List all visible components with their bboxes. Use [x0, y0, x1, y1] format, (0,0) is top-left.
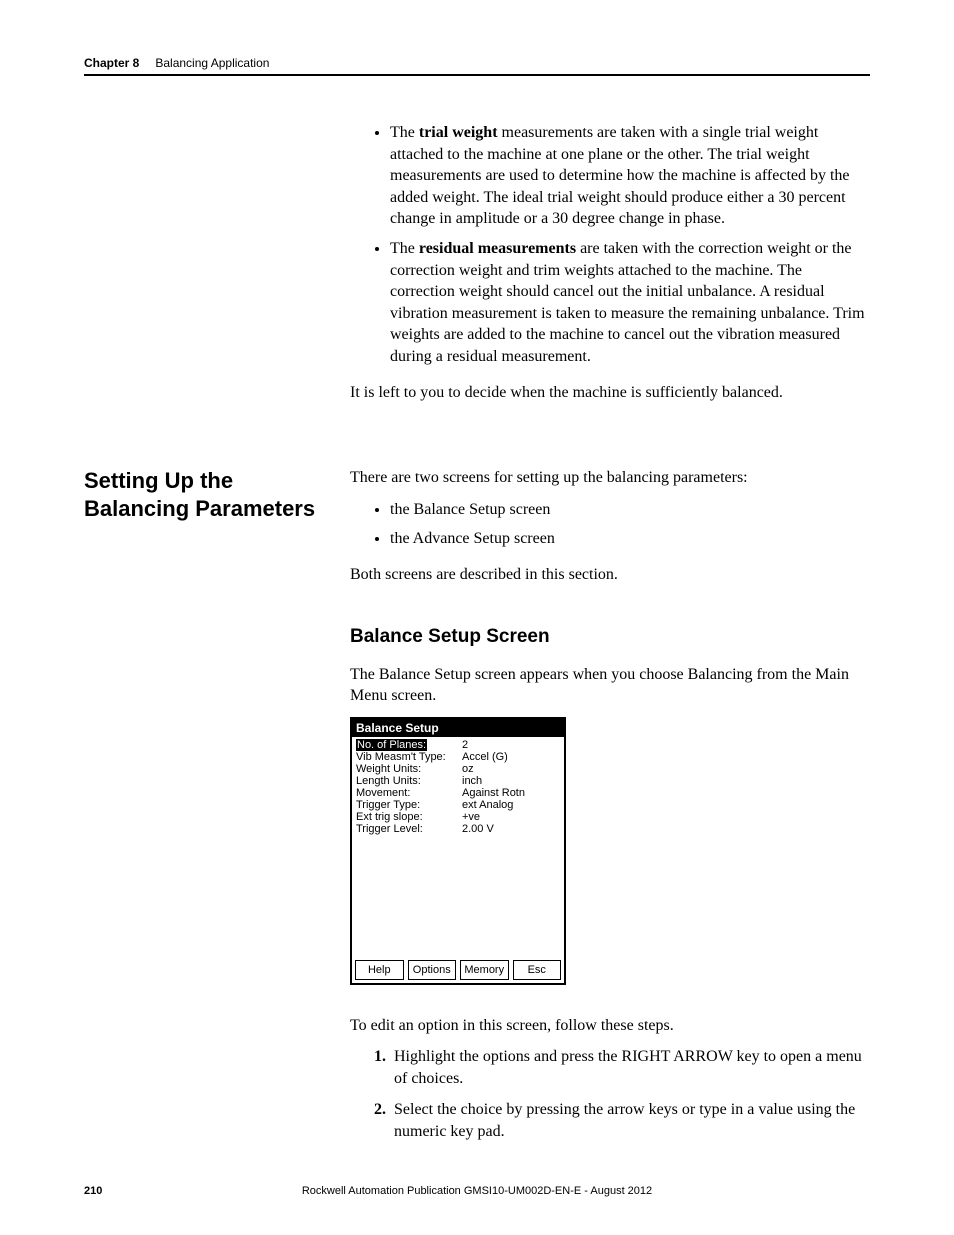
device-row-value: Against Rotn: [462, 787, 560, 799]
block-continuation: The trial weight measurements are taken …: [84, 122, 870, 413]
section-heading: Setting Up the Balancing Parameters: [84, 467, 330, 522]
subsection-heading: Balance Setup Screen: [350, 626, 870, 648]
device-row-value: 2.00 V: [462, 823, 560, 835]
device-screenshot: Balance Setup No. of Planes: 2 Vib Measm…: [350, 717, 566, 985]
running-header: Chapter 8 Balancing Application: [84, 56, 870, 76]
device-titlebar: Balance Setup: [352, 719, 564, 737]
measurement-bullets: The trial weight measurements are taken …: [350, 122, 870, 368]
device-row: Vib Measm't Type: Accel (G): [356, 751, 560, 763]
para-sufficiently-balanced: It is left to you to decide when the mac…: [350, 382, 870, 404]
device-content: No. of Planes: 2 Vib Measm't Type: Accel…: [352, 737, 564, 957]
device-row-label: Ext trig slope:: [356, 811, 462, 823]
device-row: Ext trig slope: +ve: [356, 811, 560, 823]
chapter-label: Chapter 8: [84, 56, 139, 70]
softkey-memory[interactable]: Memory: [460, 960, 509, 980]
device-row-value: oz: [462, 763, 560, 775]
bullet-trial-weight: The trial weight measurements are taken …: [390, 122, 870, 230]
block-setup: Setting Up the Balancing Parameters Ther…: [84, 467, 870, 1157]
step-2: Select the choice by pressing the arrow …: [390, 1099, 870, 1142]
device-row-selected: No. of Planes: 2: [356, 739, 560, 751]
device-row-label: Vib Measm't Type:: [356, 751, 462, 763]
subsection-intro: The Balance Setup screen appears when yo…: [350, 664, 870, 707]
device-row-label: Length Units:: [356, 775, 462, 787]
device-row-value: ext Analog: [462, 799, 560, 811]
page-footer: 210 Rockwell Automation Publication GMSI…: [84, 1185, 870, 1197]
device-row-label: Weight Units:: [356, 763, 462, 775]
device-row: Length Units: inch: [356, 775, 560, 787]
edit-steps: Highlight the options and press the RIGH…: [350, 1046, 870, 1142]
setup-intro: There are two screens for setting up the…: [350, 467, 870, 489]
device-softkeys: Help Options Memory Esc: [352, 957, 564, 983]
device-row: Trigger Type: ext Analog: [356, 799, 560, 811]
softkey-options[interactable]: Options: [408, 960, 457, 980]
device-row-label: Movement:: [356, 787, 462, 799]
softkey-esc[interactable]: Esc: [513, 960, 562, 980]
chapter-title: Balancing Application: [155, 56, 269, 70]
device-row-value: 2: [462, 739, 560, 751]
device-row-value: inch: [462, 775, 560, 787]
setup-screens-list: the Balance Setup screen the Advance Set…: [350, 499, 870, 550]
bullet-residual: The residual measurements are taken with…: [390, 238, 870, 368]
device-row: Movement: Against Rotn: [356, 787, 560, 799]
device-row: Trigger Level: 2.00 V: [356, 823, 560, 835]
setup-bullet-balance: the Balance Setup screen: [390, 499, 870, 521]
device-row: Weight Units: oz: [356, 763, 560, 775]
device-row-label: Trigger Level:: [356, 823, 462, 835]
setup-after: Both screens are described in this secti…: [350, 564, 870, 586]
setup-bullet-advance: the Advance Setup screen: [390, 528, 870, 550]
device-row-value: Accel (G): [462, 751, 560, 763]
step-1: Highlight the options and press the RIGH…: [390, 1046, 870, 1089]
device-row-value: +ve: [462, 811, 560, 823]
edit-intro: To edit an option in this screen, follow…: [350, 1015, 870, 1037]
publication-line: Rockwell Automation Publication GMSI10-U…: [84, 1185, 870, 1197]
softkey-help[interactable]: Help: [355, 960, 404, 980]
device-row-label: No. of Planes:: [356, 739, 427, 751]
device-row-label: Trigger Type:: [356, 799, 462, 811]
